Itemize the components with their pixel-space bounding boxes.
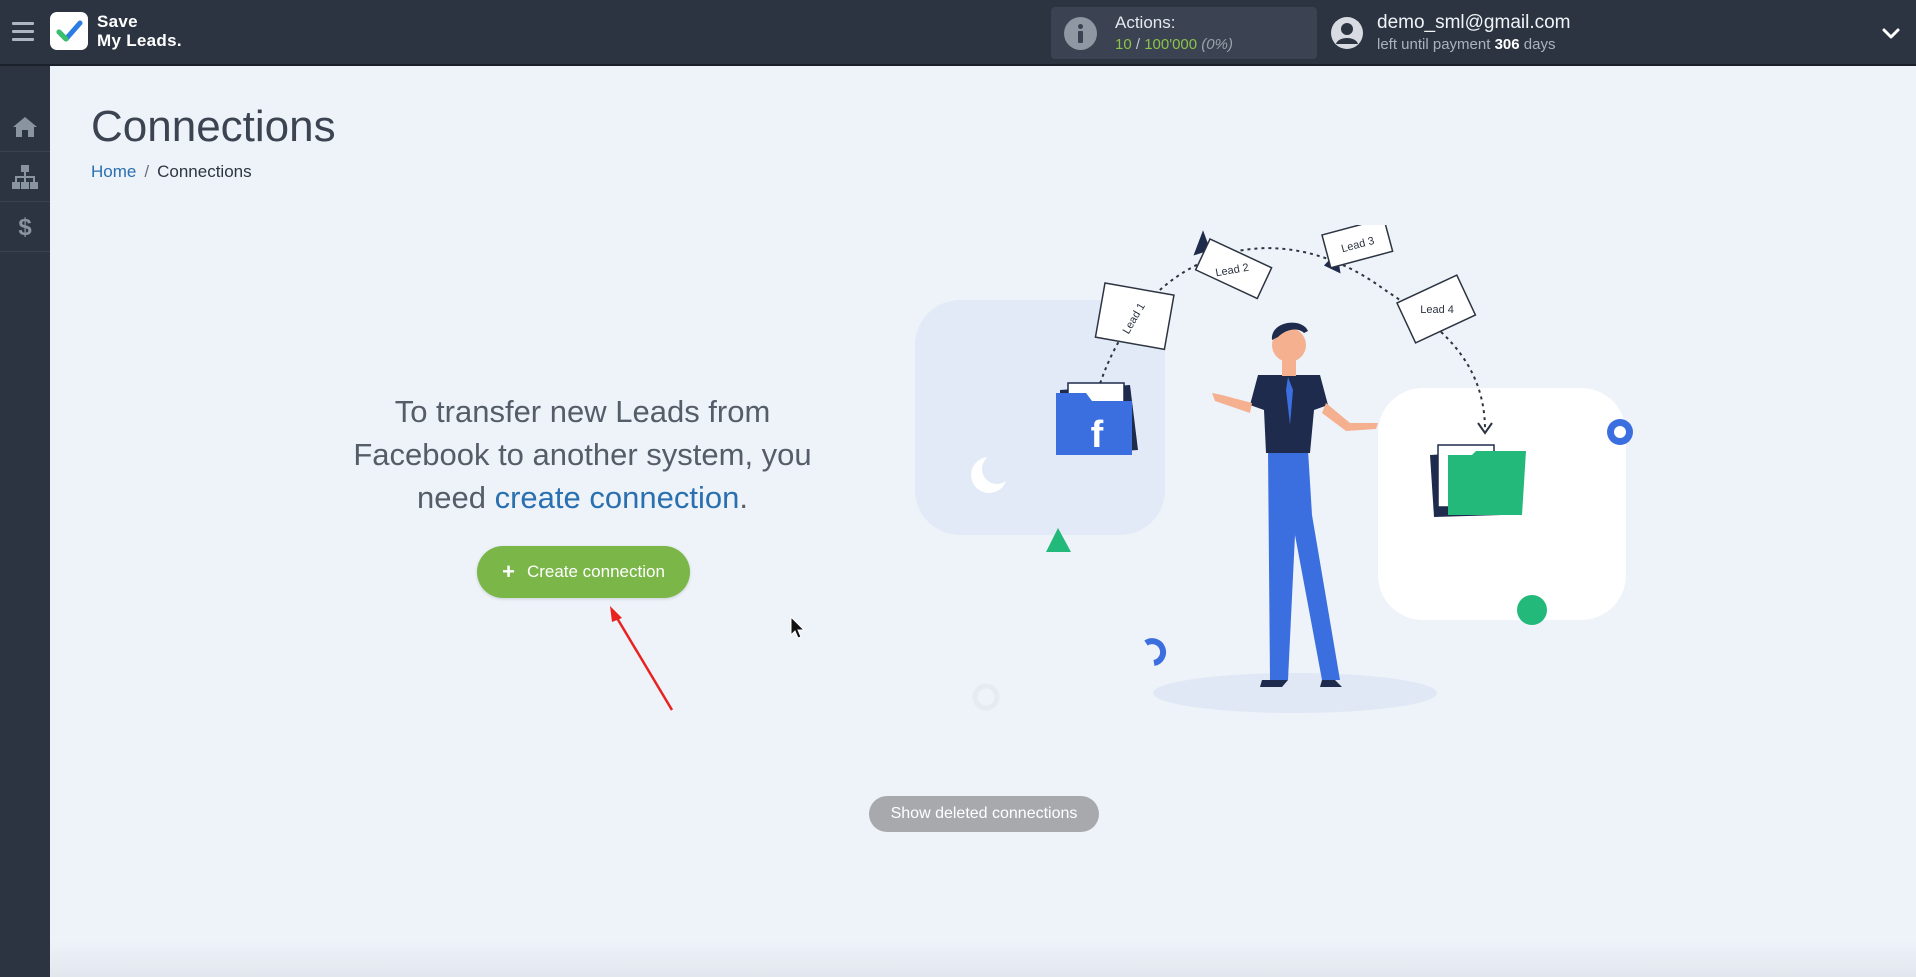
lead-paper-2: Lead 2 <box>1193 230 1273 300</box>
logo-line-2: My Leads. <box>97 31 182 50</box>
logo-text[interactable]: Save My Leads. <box>97 12 182 50</box>
green-dot <box>1517 595 1547 625</box>
destination-folder <box>1448 451 1526 515</box>
payment-prefix: left until payment <box>1377 36 1495 53</box>
dollar-icon: $ <box>18 214 32 240</box>
intro-line-3-prefix: need <box>417 480 495 515</box>
intro-line-3: need create connection. <box>330 476 835 519</box>
sidebar-item-connections[interactable] <box>0 152 50 202</box>
logo-icon[interactable] <box>50 12 88 50</box>
intro-line-3-suffix: . <box>739 480 748 515</box>
breadcrumb-home[interactable]: Home <box>91 162 136 181</box>
page-footer-fade <box>50 940 1916 977</box>
floor-shadow <box>1153 673 1437 713</box>
lead-paper-1: Lead 1 <box>1094 282 1175 351</box>
create-connection-button[interactable]: + Create connection <box>477 546 690 598</box>
lead-paper-4: Lead 4 <box>1396 274 1477 344</box>
breadcrumb-separator: / <box>144 162 150 181</box>
actions-total: 100'000 <box>1144 36 1198 53</box>
actions-used: 10 <box>1115 36 1132 53</box>
faint-ring <box>972 683 1000 711</box>
intro-line-2: Facebook to another system, you <box>353 437 812 472</box>
actions-value: 10 / 100'000 (0%) <box>1115 36 1233 53</box>
plus-icon: + <box>502 559 515 584</box>
payment-status: left until payment 306 days <box>1377 36 1555 53</box>
lead-paper-3: Lead 3 <box>1321 225 1394 274</box>
user-email[interactable]: demo_sml@gmail.com <box>1377 12 1571 34</box>
actions-label: Actions: <box>1115 13 1176 32</box>
home-icon <box>13 116 37 137</box>
user-avatar-icon[interactable] <box>1330 16 1364 50</box>
logo-line-1: Save <box>97 12 138 31</box>
person-figure <box>1212 322 1378 687</box>
payment-suffix: days <box>1519 36 1556 53</box>
intro-text: To transfer new Leads from Facebook to a… <box>330 390 835 519</box>
info-icon <box>1064 17 1097 50</box>
blue-arc <box>1144 638 1167 666</box>
actions-panel: Actions: 10 / 100'000 (0%) <box>1051 7 1317 59</box>
annotation-arrow <box>610 606 674 711</box>
breadcrumb: Home / Connections <box>91 162 252 182</box>
sidebar-item-home[interactable] <box>0 102 50 152</box>
svg-text:$: $ <box>18 214 32 240</box>
create-connection-link[interactable]: create connection <box>495 480 740 515</box>
chevron-down-icon[interactable] <box>1880 22 1902 44</box>
facebook-letter: f <box>1091 414 1104 456</box>
sidebar-item-billing[interactable]: $ <box>0 202 50 252</box>
payment-days: 306 <box>1494 36 1520 53</box>
svg-text:Lead 4: Lead 4 <box>1420 304 1454 316</box>
hero-illustration: f Lead 1 Lead 2 Lead 3 Lead 4 <box>915 225 1633 713</box>
mouse-cursor-icon <box>790 616 806 639</box>
create-connection-label: Create connection <box>526 562 665 581</box>
page-title: Connections <box>91 102 336 151</box>
actions-percent: (0%) <box>1201 36 1233 53</box>
sidebar: $ <box>0 66 50 977</box>
sitemap-icon <box>12 164 38 189</box>
menu-icon[interactable] <box>12 22 34 42</box>
actions-separator: / <box>1131 36 1145 53</box>
intro-line-1: To transfer new Leads from <box>394 394 771 429</box>
show-deleted-connections-button[interactable]: Show deleted connections <box>869 796 1099 832</box>
top-bar: Save My Leads. Actions: 10 / 100'000 (0%… <box>0 0 1916 66</box>
breadcrumb-current: Connections <box>157 162 252 181</box>
